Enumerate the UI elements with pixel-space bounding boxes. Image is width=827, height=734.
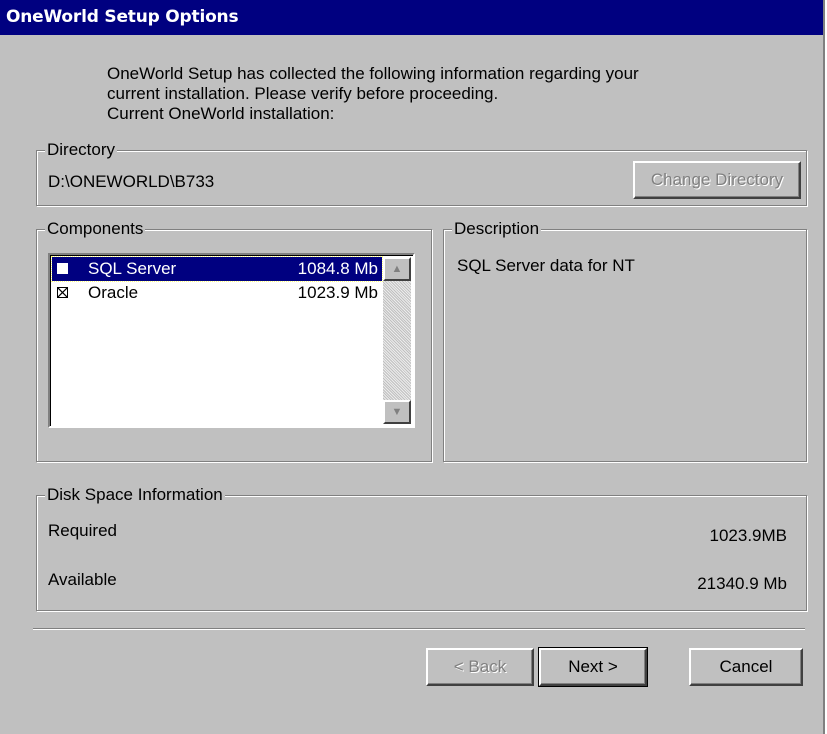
directory-legend: Directory [45,139,118,161]
available-value: 21340.9 Mb [697,574,787,593]
available-label: Available [48,570,117,589]
component-item-oracle[interactable]: Oracle 1023.9 Mb [52,281,382,305]
cancel-button[interactable]: Cancel [689,648,803,686]
component-name: SQL Server [88,259,177,278]
back-label: < Back [453,657,507,676]
back-button[interactable]: < Back [426,648,534,686]
setup-options-dialog: OneWorld Setup Options OneWorld Setup ha… [0,0,825,734]
directory-path: D:\ONEWORLD\B733 [48,172,215,191]
unchecked-checkbox-icon[interactable] [57,263,68,274]
description-legend: Description [452,218,542,240]
required-value: 1023.9MB [709,526,788,545]
disk-space-legend: Disk Space Information [45,484,225,506]
cancel-label: Cancel [719,657,773,676]
components-legend: Components [45,218,146,240]
disk-space-group: Disk Space Information [36,484,807,611]
intro-line-2: current installation. Please verify befo… [107,84,499,103]
component-name: Oracle [88,283,139,302]
components-scrollbar[interactable]: ▲ ▼ [383,257,411,424]
components-listbox[interactable]: SQL Server 1084.8 Mb Oracle 1023.9 Mb ▲ … [48,253,415,428]
intro-line-1: OneWorld Setup has collected the followi… [107,64,639,83]
description-text: SQL Server data for NT [457,256,635,275]
required-label: Required [48,521,117,540]
component-item-sql-server[interactable]: SQL Server 1084.8 Mb [51,256,383,282]
change-directory-label: Change Directory [650,170,784,189]
change-directory-button[interactable]: Change Directory [633,161,801,199]
next-button[interactable]: Next > [538,647,648,687]
button-separator [33,628,805,630]
window-title: OneWorld Setup Options [0,0,823,35]
checked-checkbox-icon[interactable] [57,287,68,298]
next-label: Next > [568,657,618,676]
scroll-down-arrow-icon[interactable]: ▼ [383,400,411,424]
component-size: 1084.8 Mb [297,259,378,278]
intro-line-3: Current OneWorld installation: [107,104,335,123]
intro-text: OneWorld Setup has collected the followi… [107,64,639,124]
component-size: 1023.9 Mb [297,283,378,302]
scroll-up-arrow-icon[interactable]: ▲ [383,257,411,281]
